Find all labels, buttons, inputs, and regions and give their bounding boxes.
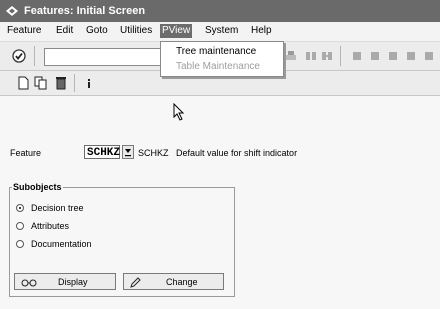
menu-feature[interactable]: Feature xyxy=(5,24,43,38)
menu-help[interactable]: Help xyxy=(249,24,274,38)
next-page-icon[interactable] xyxy=(386,49,400,63)
sap-window: Features: Initial Screen Feature Edit Go… xyxy=(0,0,440,309)
sap-logo-icon xyxy=(4,4,20,18)
change-button-label: Change xyxy=(166,276,198,287)
radio-documentation-label: Documentation xyxy=(31,239,92,249)
value-help-button[interactable] xyxy=(122,145,134,159)
pview-dropdown-menu: Tree maintenance Table Maintenance xyxy=(160,41,284,77)
enter-check-icon[interactable] xyxy=(12,49,26,63)
find-next-icon[interactable] xyxy=(320,49,334,63)
menu-item-tree-maintenance[interactable]: Tree maintenance xyxy=(176,46,256,57)
copy-icon[interactable] xyxy=(34,76,48,90)
radio-decision-tree[interactable] xyxy=(16,204,24,212)
print-icon[interactable] xyxy=(284,49,298,63)
feature-label: Feature xyxy=(10,148,42,158)
create-icon[interactable] xyxy=(16,76,30,90)
menu-item-table-maintenance: Table Maintenance xyxy=(176,61,260,72)
radio-attributes[interactable] xyxy=(16,222,24,230)
menu-pview[interactable]: PView xyxy=(160,24,193,38)
menu-system[interactable]: System xyxy=(203,24,240,38)
radio-documentation[interactable] xyxy=(16,240,24,248)
delete-icon[interactable] xyxy=(54,76,68,90)
radio-decision-tree-label: Decision tree xyxy=(31,203,84,213)
radio-attributes-label: Attributes xyxy=(31,221,70,231)
window-title: Features: Initial Screen xyxy=(24,5,146,17)
first-page-icon[interactable] xyxy=(350,49,364,63)
mouse-pointer-icon xyxy=(173,102,185,123)
information-icon[interactable] xyxy=(82,76,96,90)
change-button[interactable]: Change xyxy=(123,273,224,290)
menu-utilities[interactable]: Utilities xyxy=(118,24,154,38)
feature-input[interactable]: SCHKZ xyxy=(84,145,120,159)
menu-edit[interactable]: Edit xyxy=(54,24,75,38)
title-bar: Features: Initial Screen xyxy=(0,0,440,22)
new-session-icon[interactable] xyxy=(422,49,436,63)
subobjects-title: Subobjects xyxy=(12,182,63,192)
menu-bar: Feature Edit Goto Utilities PView System… xyxy=(0,22,440,42)
previous-page-icon[interactable] xyxy=(368,49,382,63)
display-button-label: Display xyxy=(58,276,88,287)
display-glasses-icon xyxy=(21,277,37,289)
last-page-icon[interactable] xyxy=(404,49,418,63)
command-field[interactable] xyxy=(44,48,166,66)
find-icon[interactable] xyxy=(304,49,318,63)
feature-name-text: SCHKZ xyxy=(138,148,169,158)
menu-goto[interactable]: Goto xyxy=(84,24,110,38)
display-button[interactable]: Display xyxy=(14,273,116,290)
change-pencil-icon xyxy=(130,277,142,290)
feature-description-text: Default value for shift indicator xyxy=(176,148,298,158)
